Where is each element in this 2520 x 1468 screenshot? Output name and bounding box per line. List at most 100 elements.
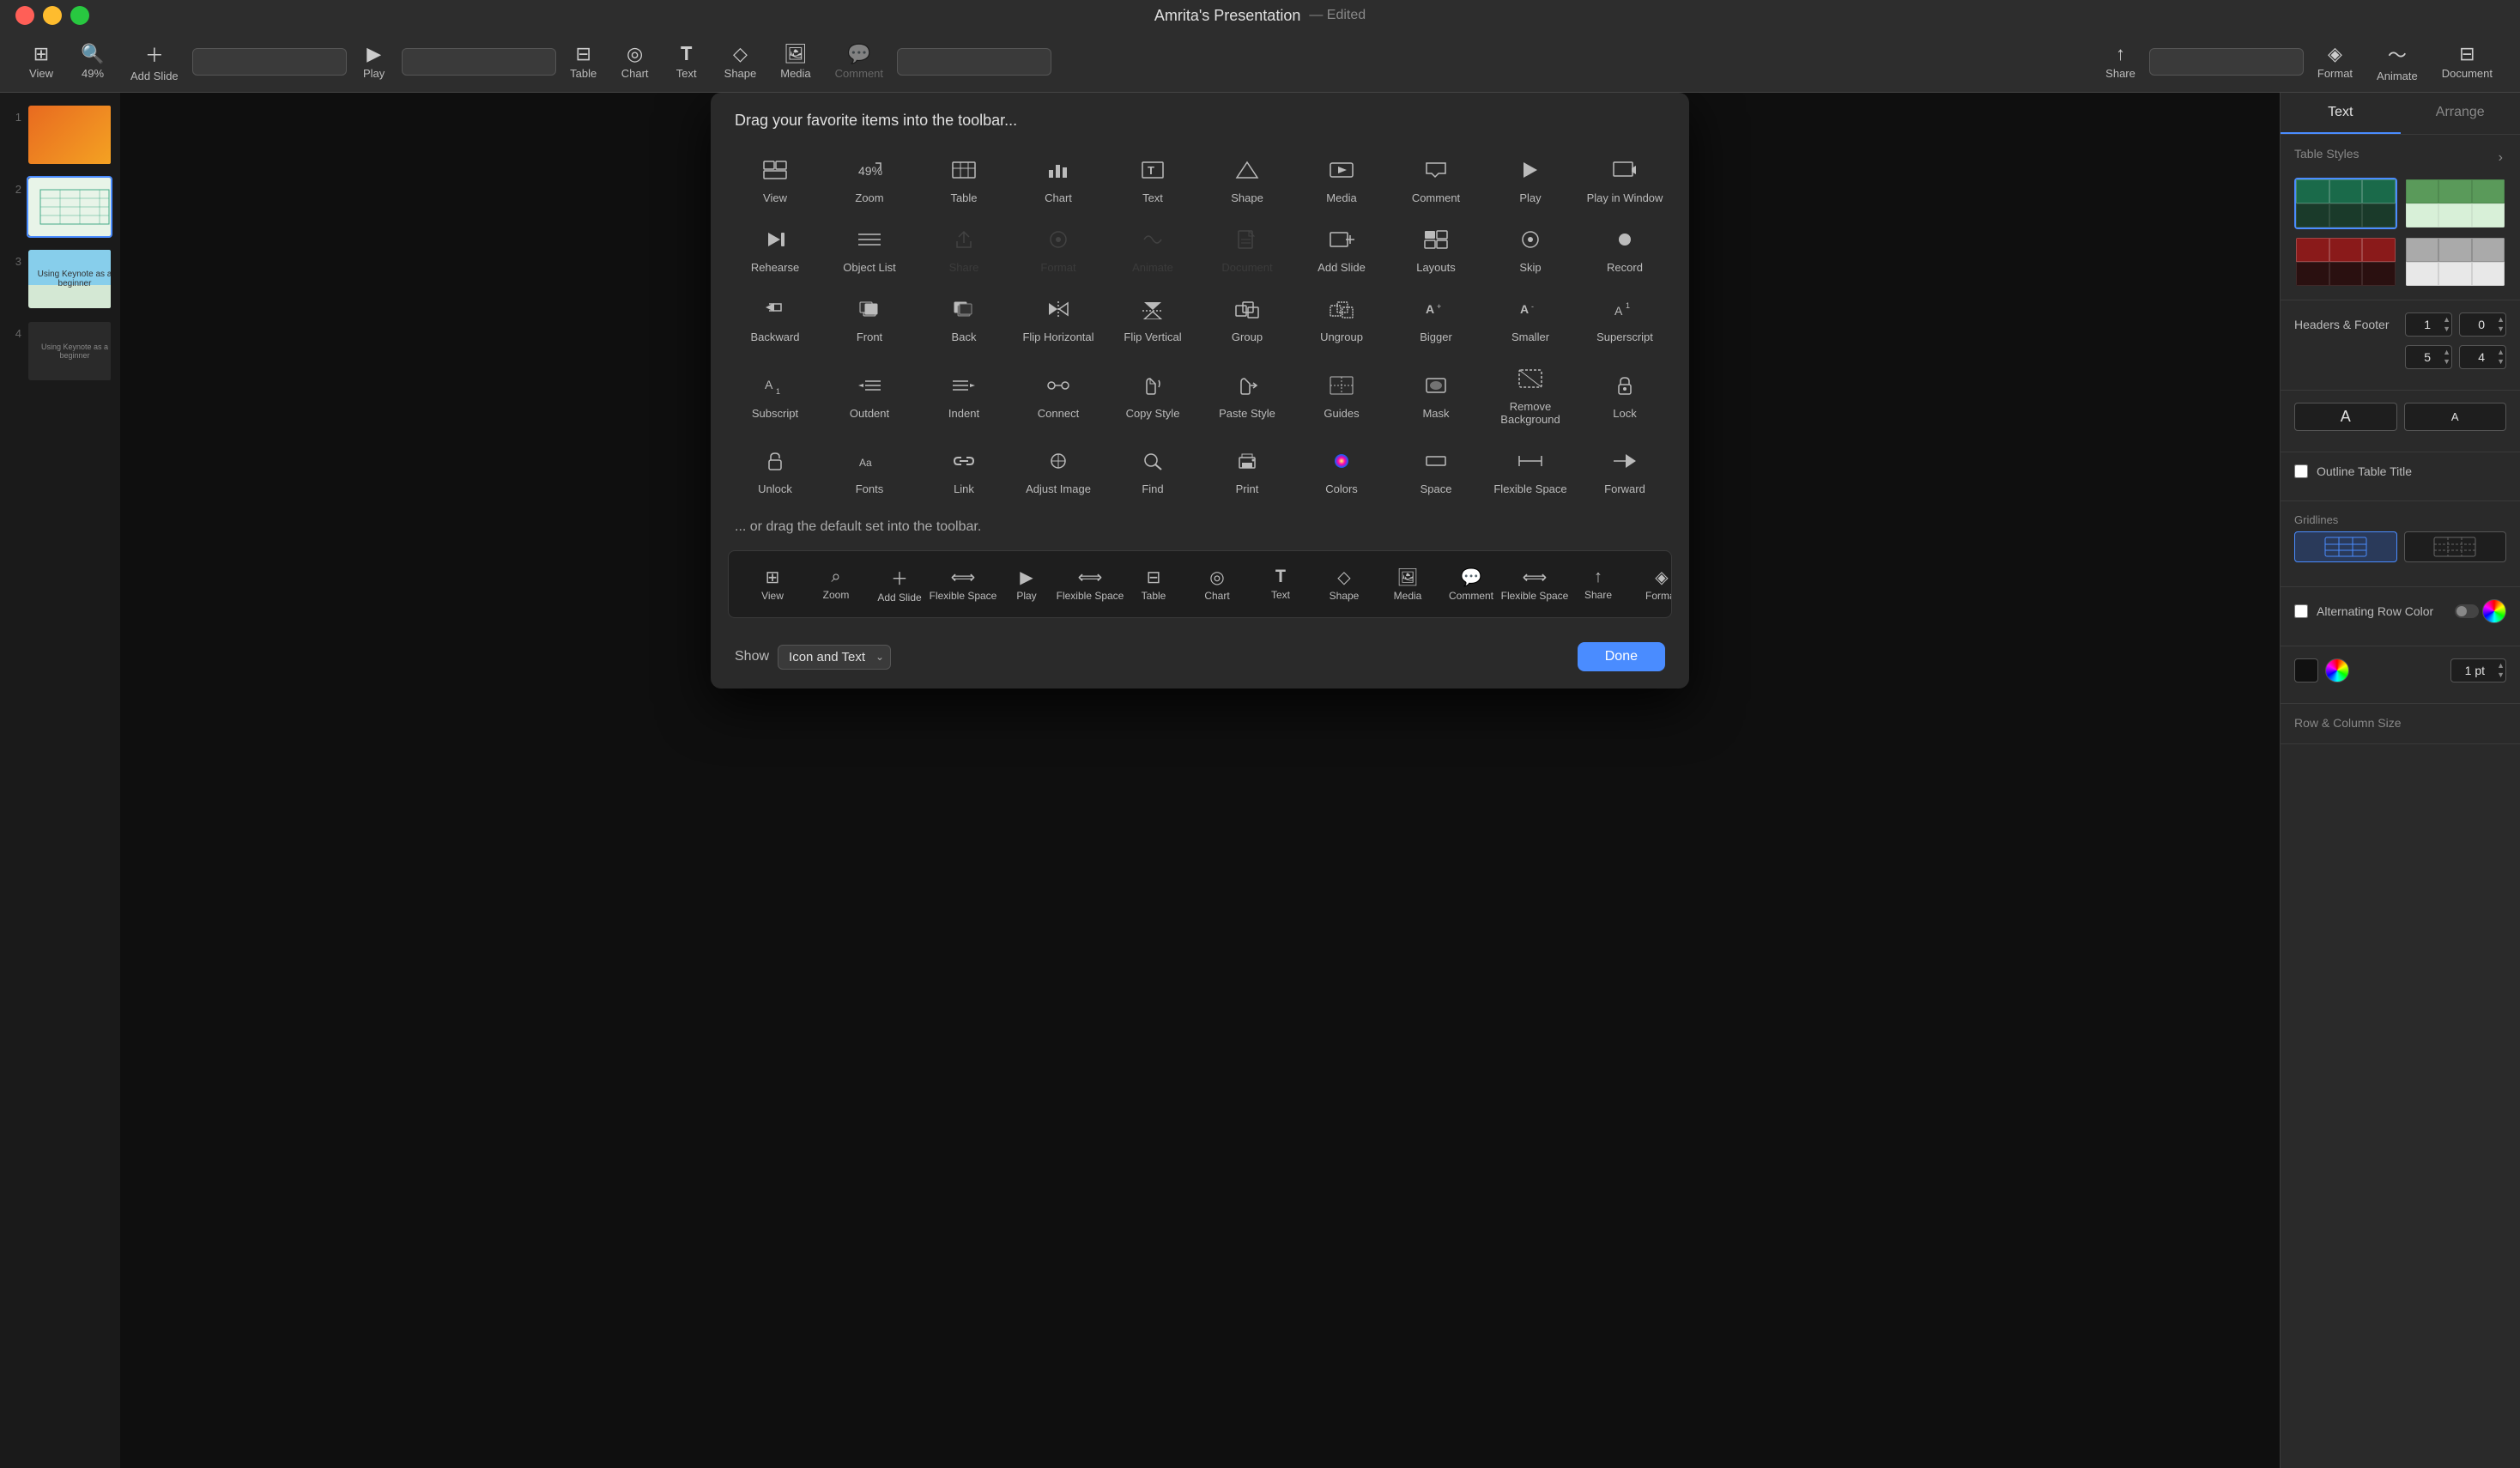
- grid-item-table[interactable]: Table: [917, 147, 1011, 216]
- grid-item-layouts[interactable]: Layouts: [1389, 216, 1483, 286]
- tab-text[interactable]: Text: [2281, 93, 2401, 134]
- toolbar-add-slide[interactable]: ＋ Add Slide: [120, 37, 189, 86]
- strip-media[interactable]: 🖼 Media: [1378, 563, 1438, 605]
- grid-item-backward[interactable]: Backward: [728, 286, 822, 355]
- grid-item-adjust-image[interactable]: Adjust Image: [1011, 438, 1106, 507]
- grid-item-record[interactable]: Record: [1578, 216, 1672, 286]
- grid-item-find[interactable]: Find: [1106, 438, 1200, 507]
- slide-thumb-3[interactable]: 3 Using Keynote as a beginner: [5, 246, 115, 312]
- grid-item-flexible-space[interactable]: Flexible Space: [1483, 438, 1578, 507]
- grid-item-superscript[interactable]: A1 Superscript: [1578, 286, 1672, 355]
- done-button[interactable]: Done: [1578, 642, 1665, 671]
- slide-preview-4[interactable]: Using Keynote as a beginner: [27, 320, 112, 382]
- slide-preview-3[interactable]: Using Keynote as a beginner: [27, 248, 112, 310]
- grid-item-print[interactable]: Print: [1200, 438, 1294, 507]
- toolbar-comment[interactable]: 💬 Comment: [825, 39, 894, 83]
- tab-arrange[interactable]: Arrange: [2401, 93, 2520, 134]
- grid-item-guides[interactable]: Guides: [1294, 355, 1389, 438]
- gridline-option-2[interactable]: [2404, 531, 2507, 562]
- grid-item-chart[interactable]: Chart: [1011, 147, 1106, 216]
- grid-item-share[interactable]: Share: [917, 216, 1011, 286]
- stroke-up[interactable]: ▲: [2497, 661, 2505, 670]
- table-style-1[interactable]: [2294, 178, 2397, 229]
- headers-down[interactable]: ▼: [2443, 325, 2450, 334]
- show-select-wrapper[interactable]: Icon and Text Icon Only Text Only ⌄: [778, 645, 891, 670]
- toolbar-shape[interactable]: ◇ Shape: [714, 39, 767, 83]
- strip-comment[interactable]: 💬 Comment: [1441, 563, 1501, 605]
- grid-item-forward[interactable]: Forward: [1578, 438, 1672, 507]
- col-stepper-2[interactable]: ▲ ▼: [2459, 345, 2506, 369]
- strip-format[interactable]: ◈ Format: [1632, 563, 1672, 605]
- grid-item-media[interactable]: Media: [1294, 147, 1389, 216]
- grid-item-object-list[interactable]: Object List: [822, 216, 917, 286]
- headers-up[interactable]: ▲: [2443, 315, 2450, 325]
- font-size-small-btn[interactable]: A: [2404, 403, 2507, 431]
- grid-item-space[interactable]: Space: [1389, 438, 1483, 507]
- show-select[interactable]: Icon and Text Icon Only Text Only: [778, 645, 891, 670]
- window-controls[interactable]: [15, 6, 89, 25]
- grid-item-ungroup[interactable]: Ungroup: [1294, 286, 1389, 355]
- slide-thumb-4[interactable]: 4 Using Keynote as a beginner: [5, 318, 115, 385]
- strip-play[interactable]: ▶ Play: [996, 563, 1057, 605]
- grid-item-shape[interactable]: Shape: [1200, 147, 1294, 216]
- grid-item-flip-h[interactable]: Flip Horizontal: [1011, 286, 1106, 355]
- font-size-large-btn[interactable]: A: [2294, 403, 2397, 431]
- toolbar-search-input3[interactable]: [897, 48, 1051, 76]
- close-button[interactable]: [15, 6, 34, 25]
- table-style-2[interactable]: [2404, 178, 2507, 229]
- grid-item-copy-style[interactable]: Copy Style: [1106, 355, 1200, 438]
- grid-item-format[interactable]: Format: [1011, 216, 1106, 286]
- slide-thumb-2[interactable]: 2: [5, 173, 115, 240]
- strip-flexible-space-2[interactable]: ⟺ Flexible Space: [1060, 563, 1120, 605]
- grid-item-front[interactable]: Front: [822, 286, 917, 355]
- alternating-row-color-btn[interactable]: [2482, 599, 2506, 623]
- col-down-1[interactable]: ▼: [2443, 357, 2450, 367]
- outline-title-checkbox[interactable]: [2294, 464, 2308, 478]
- maximize-button[interactable]: [70, 6, 89, 25]
- headers-stepper[interactable]: ▲ ▼: [2405, 312, 2452, 337]
- strip-zoom[interactable]: ⌕ Zoom: [806, 564, 866, 604]
- toolbar-animate[interactable]: 〜 Animate: [2366, 37, 2428, 86]
- col-stepper-1[interactable]: ▲ ▼: [2405, 345, 2452, 369]
- minimize-button[interactable]: [43, 6, 62, 25]
- grid-item-play-window[interactable]: Play in Window: [1578, 147, 1672, 216]
- grid-item-document[interactable]: Document: [1200, 216, 1294, 286]
- rows-up[interactable]: ▲: [2497, 315, 2505, 325]
- toolbar-document[interactable]: ⊟ Document: [2432, 39, 2503, 83]
- col-up-1[interactable]: ▲: [2443, 348, 2450, 357]
- strip-add-slide[interactable]: ＋ Add Slide: [869, 561, 930, 607]
- grid-item-smaller[interactable]: A- Smaller: [1483, 286, 1578, 355]
- toolbar-zoom[interactable]: 🔍 49%: [69, 39, 117, 83]
- strip-flexible-space-1[interactable]: ⟺ Flexible Space: [933, 563, 993, 605]
- grid-item-paste-style[interactable]: Paste Style: [1200, 355, 1294, 438]
- grid-item-unlock[interactable]: Unlock: [728, 438, 822, 507]
- strip-text[interactable]: 𝐓 Text: [1251, 564, 1311, 604]
- rows-stepper[interactable]: ▲ ▼: [2459, 312, 2506, 337]
- strip-chart[interactable]: ◎ Chart: [1187, 563, 1247, 605]
- toolbar-format[interactable]: ◈ Format: [2307, 39, 2363, 83]
- grid-item-comment[interactable]: Comment: [1389, 147, 1483, 216]
- grid-item-rehearse[interactable]: Rehearse: [728, 216, 822, 286]
- alternating-row-checkbox[interactable]: [2294, 604, 2308, 618]
- grid-item-fonts[interactable]: Aa Fonts: [822, 438, 917, 507]
- grid-item-back[interactable]: Back: [917, 286, 1011, 355]
- strip-view[interactable]: ⊞ View: [742, 563, 803, 605]
- strip-shape[interactable]: ◇ Shape: [1314, 563, 1374, 605]
- col-up-2[interactable]: ▲: [2497, 348, 2505, 357]
- grid-item-mask[interactable]: Mask: [1389, 355, 1483, 438]
- grid-item-link[interactable]: Link: [917, 438, 1011, 507]
- slide-preview-1[interactable]: [27, 104, 112, 166]
- grid-item-view[interactable]: View: [728, 147, 822, 216]
- toolbar-share[interactable]: ↑ Share: [2095, 39, 2146, 83]
- slide-preview-2[interactable]: [27, 176, 112, 238]
- toolbar-search-input4[interactable]: [2149, 48, 2304, 76]
- grid-item-connect[interactable]: Connect: [1011, 355, 1106, 438]
- grid-item-colors[interactable]: Colors: [1294, 438, 1389, 507]
- toolbar-view[interactable]: ⊞ View: [17, 39, 65, 83]
- strip-flexible-space-3[interactable]: ⟺ Flexible Space: [1505, 563, 1565, 605]
- grid-item-outdent[interactable]: Outdent: [822, 355, 917, 438]
- table-style-4[interactable]: [2404, 236, 2507, 288]
- grid-item-skip[interactable]: Skip: [1483, 216, 1578, 286]
- stroke-color-btn[interactable]: [2325, 658, 2349, 682]
- stroke-color-swatch[interactable]: [2294, 658, 2318, 682]
